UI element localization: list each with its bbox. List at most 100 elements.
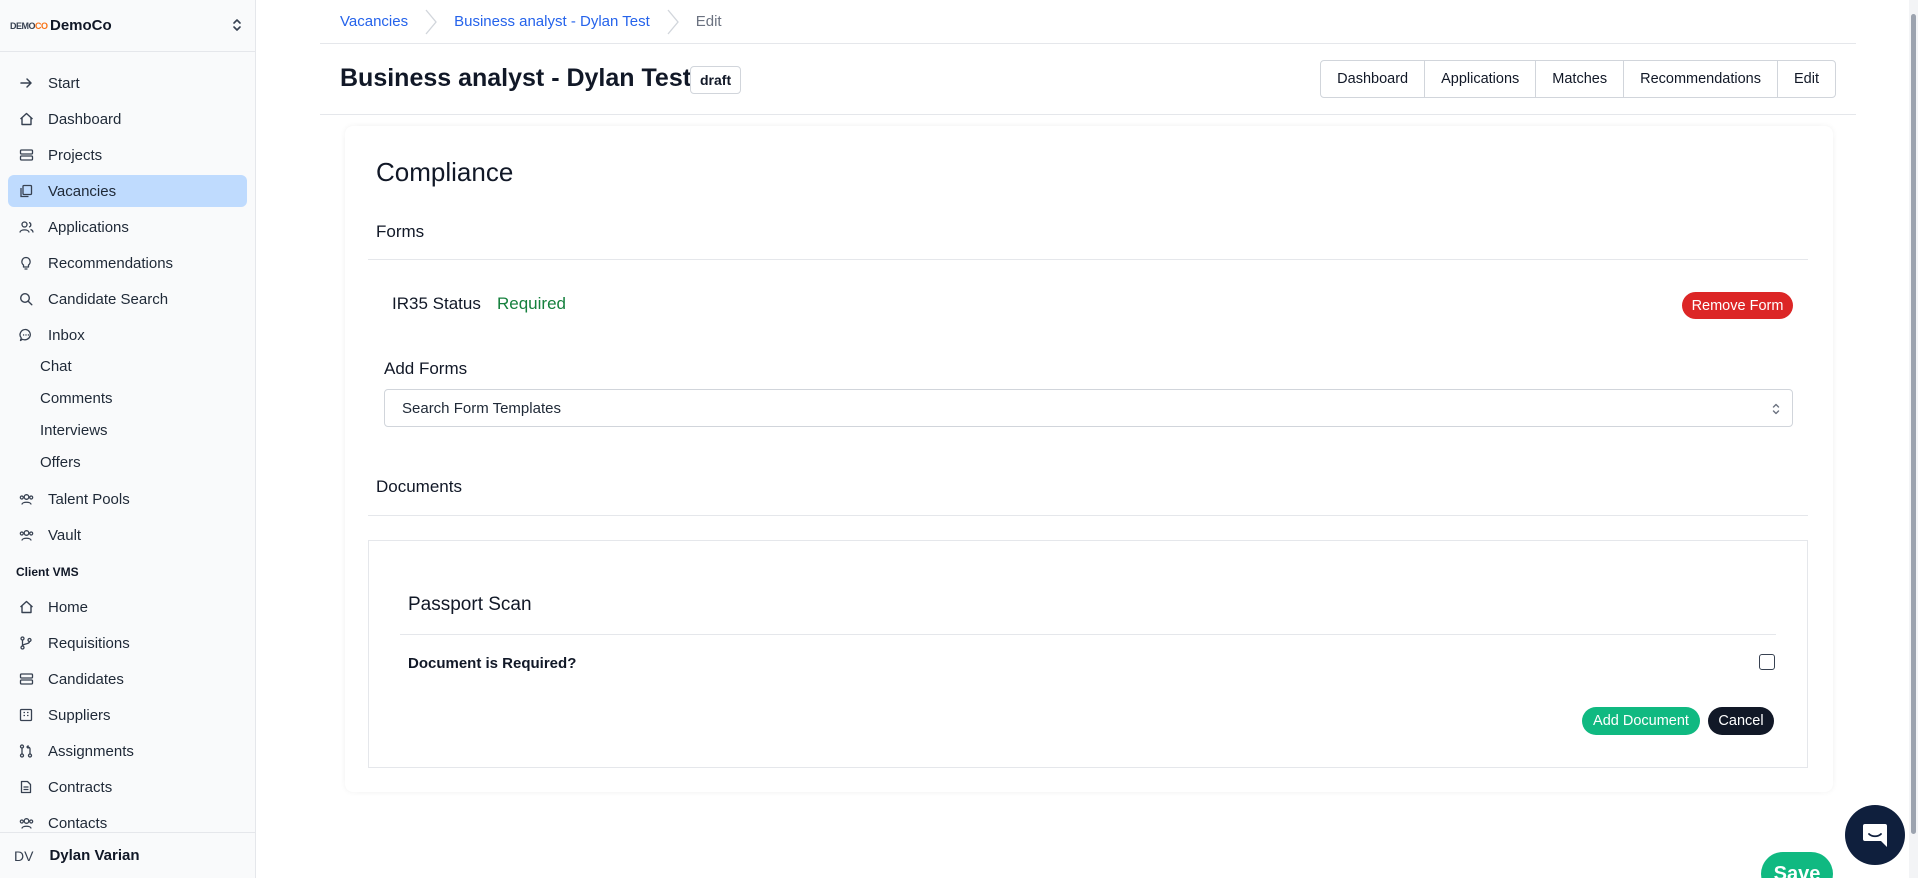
sidebar-item-label: Home (48, 598, 89, 616)
form-name: IR35 Status (392, 294, 481, 313)
sidebar-item-label: Suppliers (48, 706, 111, 724)
document-icon (18, 779, 34, 795)
building-icon (18, 707, 34, 723)
breadcrumb-link-vacancies[interactable]: Vacancies (340, 13, 408, 30)
chat-bubble-icon (18, 327, 34, 343)
cancel-button[interactable]: Cancel (1708, 707, 1774, 735)
home-icon (18, 111, 34, 127)
home-icon (18, 599, 34, 615)
scrollbar-thumb[interactable] (1911, 14, 1916, 834)
remove-form-button[interactable]: Remove Form (1682, 292, 1793, 319)
sidebar-subitem-offers[interactable]: Offers (40, 452, 81, 474)
sidebar-item-suppliers[interactable]: Suppliers (8, 699, 247, 731)
tab-matches[interactable]: Matches (1535, 61, 1623, 97)
save-button[interactable]: Save (1761, 852, 1833, 878)
copy-icon (18, 183, 34, 199)
sidebar-item-label: Assignments (48, 742, 134, 760)
sidebar-subitem-chat[interactable]: Chat (40, 356, 72, 378)
sidebar: DEMO CO DemoCo Start Dashboard Projects V… (0, 0, 256, 878)
users-icon (18, 219, 34, 235)
sidebar-subitem-comments[interactable]: Comments (40, 388, 113, 410)
chevron-right-icon (424, 8, 438, 36)
forms-heading: Forms (376, 222, 425, 241)
sidebar-item-candidates[interactable]: Candidates (8, 663, 247, 695)
sidebar-item-start[interactable]: Start (8, 67, 247, 99)
sidebar-item-assignments[interactable]: Assignments (8, 735, 247, 767)
sidebar-item-label: Candidates (48, 670, 124, 688)
divider (400, 634, 1776, 635)
page-header: Business analyst - Dylan Test draft Dash… (320, 45, 1856, 115)
breadcrumb-link-vacancy[interactable]: Business analyst - Dylan Test (454, 13, 650, 30)
team-icon (18, 527, 34, 543)
layers-icon (18, 147, 34, 163)
tab-dashboard[interactable]: Dashboard (1321, 61, 1424, 97)
document-required-checkbox[interactable] (1759, 654, 1775, 670)
sidebar-item-label: Requisitions (48, 634, 130, 652)
divider (368, 515, 1808, 516)
sidebar-item-label: Inbox (48, 326, 85, 344)
form-required-status: Required (497, 294, 566, 313)
breadcrumb: Vacancies Business analyst - Dylan Test … (320, 0, 1856, 44)
sidebar-item-label: Projects (48, 146, 103, 164)
section-label-client-vms: Client VMS (16, 565, 79, 579)
search-icon (18, 291, 34, 307)
avatar: DV (14, 847, 34, 864)
sidebar-item-label: Talent Pools (48, 490, 130, 508)
sidebar-subitem-interviews[interactable]: Interviews (40, 420, 108, 442)
sidebar-item-contracts[interactable]: Contracts (8, 771, 247, 803)
sidebar-item-candidate-search[interactable]: Candidate Search (8, 283, 247, 315)
compliance-heading: Compliance (376, 157, 514, 187)
tab-edit[interactable]: Edit (1777, 61, 1835, 97)
sidebar-item-recommendations[interactable]: Recommendations (8, 247, 247, 279)
chevron-up-down-icon (1770, 401, 1782, 417)
sidebar-item-label: Vacancies (48, 182, 117, 200)
sidebar-item-vacancies[interactable]: Vacancies (8, 175, 247, 207)
lightbulb-icon (18, 255, 34, 271)
breadcrumb-current: Edit (695, 13, 722, 30)
chat-icon (1860, 820, 1890, 850)
scrollbar[interactable] (1909, 0, 1918, 878)
logo-text-left: DEMO (10, 20, 36, 31)
page-title: Business analyst - Dylan Test (340, 64, 692, 92)
select-placeholder: Search Form Templates (402, 399, 561, 417)
git-branch-icon (18, 635, 34, 651)
user-menu[interactable]: DV Dylan Varian (0, 832, 255, 878)
chat-launcher-button[interactable] (1845, 805, 1905, 865)
document-title: Passport Scan (408, 594, 532, 615)
sidebar-item-label: Recommendations (48, 254, 174, 272)
sidebar-item-talent-pools[interactable]: Talent Pools (8, 483, 247, 515)
chevron-right-icon (666, 8, 680, 36)
sidebar-item-dashboard[interactable]: Dashboard (8, 103, 247, 135)
sidebar-item-label: Dashboard (48, 110, 122, 128)
sidebar-item-label: Vault (48, 526, 82, 544)
git-pull-request-icon (18, 743, 34, 759)
documents-heading: Documents (376, 477, 462, 496)
sidebar-item-label: Contracts (48, 778, 113, 796)
add-forms-label: Add Forms (384, 359, 468, 378)
divider (368, 259, 1808, 260)
sidebar-item-label: Candidate Search (48, 290, 169, 308)
sidebar-item-requisitions[interactable]: Requisitions (8, 627, 247, 659)
sidebar-item-label: Start (48, 74, 80, 92)
chevron-up-down-icon[interactable] (231, 17, 243, 33)
sidebar-item-inbox[interactable]: Inbox (8, 319, 247, 351)
user-name: Dylan Varian (49, 847, 140, 864)
sidebar-item-label: Applications (48, 218, 129, 236)
add-document-button[interactable]: Add Document (1582, 707, 1700, 735)
status-badge: draft (690, 66, 742, 94)
org-name: DemoCo (50, 17, 112, 34)
team-icon (18, 491, 34, 507)
sidebar-item-label: Contacts (48, 814, 108, 832)
form-template-select[interactable]: Search Form Templates (384, 389, 1793, 427)
arrow-right-icon (18, 75, 34, 91)
tab-recommendations[interactable]: Recommendations (1623, 61, 1777, 97)
logo-text-right: CO (35, 20, 48, 31)
sidebar-item-applications[interactable]: Applications (8, 211, 247, 243)
sidebar-item-home[interactable]: Home (8, 591, 247, 623)
vacancy-tabs: Dashboard Applications Matches Recommend… (1320, 60, 1836, 98)
sidebar-item-vault[interactable]: Vault (8, 519, 247, 551)
tab-applications[interactable]: Applications (1424, 61, 1535, 97)
org-switcher[interactable]: DEMO CO DemoCo (0, 0, 255, 52)
sidebar-item-projects[interactable]: Projects (8, 139, 247, 171)
team-icon (18, 815, 34, 831)
